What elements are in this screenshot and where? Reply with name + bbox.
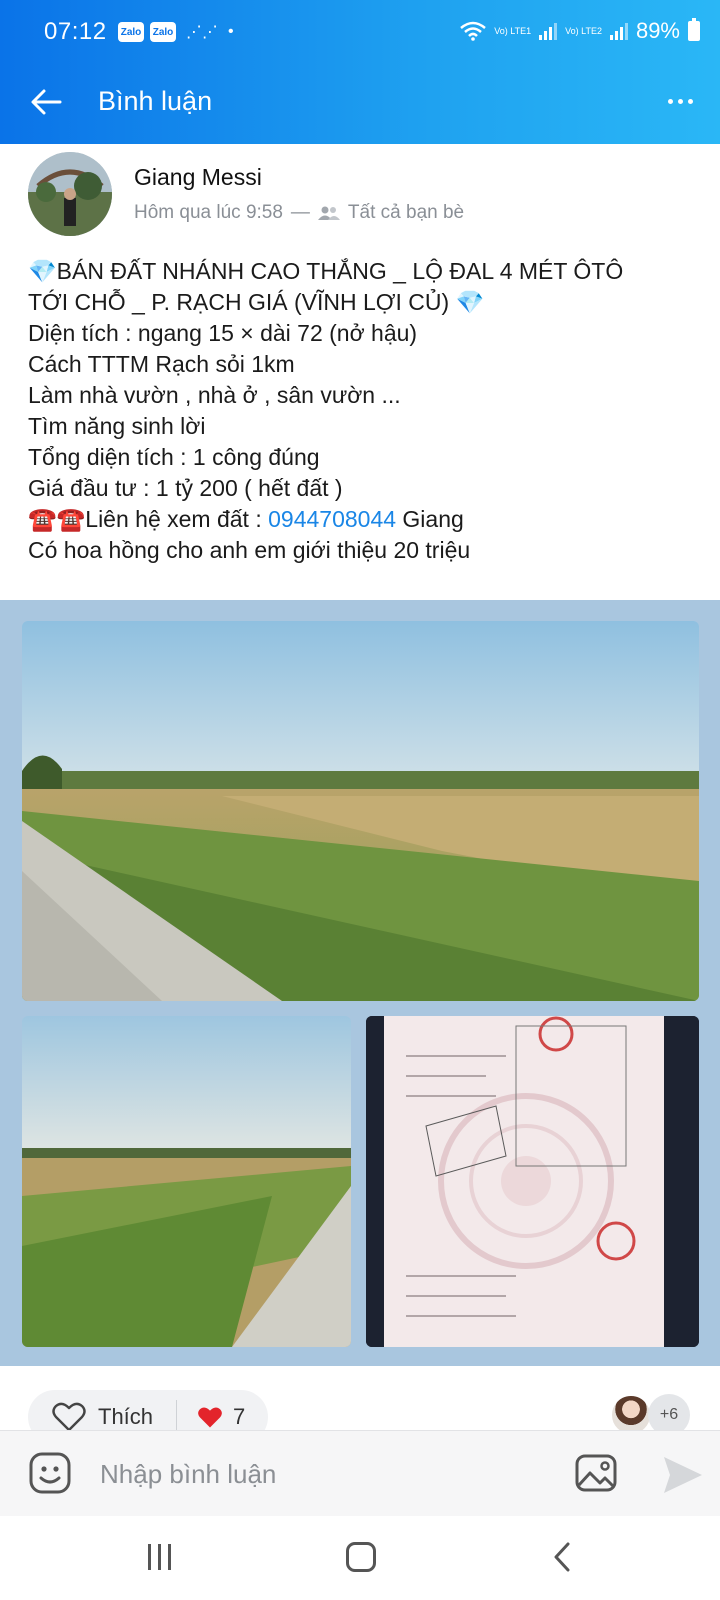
post-line: 💎BÁN ĐẤT NHÁNH CAO THẮNG _ LỘ ĐAL 4 MÉT … (28, 258, 624, 284)
contact-line: ☎️☎️Liên hệ xem đất : 0944708044 Giang (28, 504, 708, 535)
photo-gallery (0, 600, 720, 1366)
like-label: Thích (98, 1404, 154, 1429)
signal-1-icon (539, 22, 558, 40)
notification-icons: Zalo Zalo ⋰⋰ • (118, 22, 234, 42)
contact-suffix: Giang (396, 506, 464, 532)
photo-field-path[interactable] (22, 1016, 351, 1347)
contact-prefix: ☎️☎️Liên hệ xem đất : (28, 506, 269, 532)
heart-count-value: 7 (233, 1404, 246, 1429)
dot-icon: • (228, 23, 234, 40)
zalo-icon: Zalo (118, 22, 144, 42)
zalo-icon: Zalo (150, 22, 176, 42)
photo-land-certificate[interactable] (366, 1016, 699, 1347)
post-line: TỚI CHỖ _ P. RẠCH GIÁ (VĨNH LỢI CỦ) 💎 (28, 289, 485, 315)
top-bar: 07:12 Zalo Zalo ⋰⋰ • Vo) LTE1 Vo) LTE2 8… (0, 0, 720, 144)
privacy-label: Tất cả bạn bè (347, 202, 465, 223)
system-nav-bar (0, 1516, 720, 1600)
sticker-button[interactable] (28, 1451, 72, 1495)
post-line: Cách TTTM Rạch sỏi 1km (28, 351, 295, 377)
more-horizontal-icon (667, 98, 673, 104)
system-back-button[interactable] (548, 1542, 578, 1572)
send-icon (664, 1457, 702, 1493)
sticker-icon (29, 1452, 71, 1494)
header: Bình luận (0, 60, 720, 144)
post-line: Giá đầu tư : 1 tỷ 200 ( hết đất ) (28, 475, 343, 501)
heart-icon (198, 1406, 222, 1427)
avatar[interactable] (28, 152, 112, 236)
battery-percent: 89% (635, 18, 680, 43)
post-line: Có hoa hồng cho anh em giới thiệu 20 tri… (28, 537, 471, 563)
author-row: Giang Messi Hôm qua lúc 9:58 — Tất cả bạ… (28, 148, 708, 236)
phone-link[interactable]: 0944708044 (268, 506, 396, 532)
image-icon (575, 1454, 617, 1492)
reaction-count[interactable]: 7 (177, 1404, 245, 1430)
comment-input[interactable] (100, 1449, 520, 1499)
post-body: 💎BÁN ĐẤT NHÁNH CAO THẮNG _ LỘ ĐAL 4 MÉT … (28, 256, 708, 566)
recent-apps-button[interactable] (144, 1544, 174, 1572)
heart-outline-icon (52, 1402, 86, 1432)
post-line: Tổng diện tích : 1 công đúng (28, 444, 320, 470)
status-right: Vo) LTE1 Vo) LTE2 89% (460, 18, 700, 44)
post-timestamp: Hôm qua lúc 9:58 (134, 202, 283, 223)
meta-separator: — (290, 202, 310, 223)
comment-bar (0, 1430, 720, 1516)
author-name[interactable]: Giang Messi (134, 164, 262, 191)
arrow-left-icon (31, 89, 62, 115)
status-time: 07:12 (44, 18, 107, 45)
image-button[interactable] (574, 1453, 618, 1493)
post-line: Diện tích : ngang 15 × dài 72 (nở hậu) (28, 320, 418, 346)
reaction-bar: Thích 7 +6 (0, 1366, 720, 1444)
network-1-label: Vo) LTE1 (494, 26, 532, 36)
post-meta: Hôm qua lúc 9:58 — Tất cả bạn bè (134, 202, 464, 224)
photo-field-road[interactable] (22, 621, 699, 1001)
network-2-label: Vo) LTE2 (565, 26, 602, 36)
wifi-icon (460, 21, 487, 41)
voicemail-icon: ⋰⋰ (186, 24, 218, 41)
back-button[interactable] (24, 80, 68, 124)
send-button[interactable] (660, 1453, 704, 1497)
avatar-photo (28, 152, 112, 236)
home-button[interactable] (346, 1542, 376, 1572)
post-line: Tìm năng sinh lời (28, 413, 206, 439)
more-button[interactable] (660, 86, 700, 116)
post-line: Làm nhà vườn , nhà ở , sân vườn ... (28, 382, 401, 408)
page-title: Bình luận (98, 86, 213, 116)
friends-icon (317, 206, 340, 220)
signal-2-icon (609, 22, 628, 40)
chevron-left-icon (554, 1542, 570, 1572)
status-bar: 07:12 Zalo Zalo ⋰⋰ • Vo) LTE1 Vo) LTE2 8… (0, 0, 720, 60)
battery-icon (688, 18, 700, 41)
